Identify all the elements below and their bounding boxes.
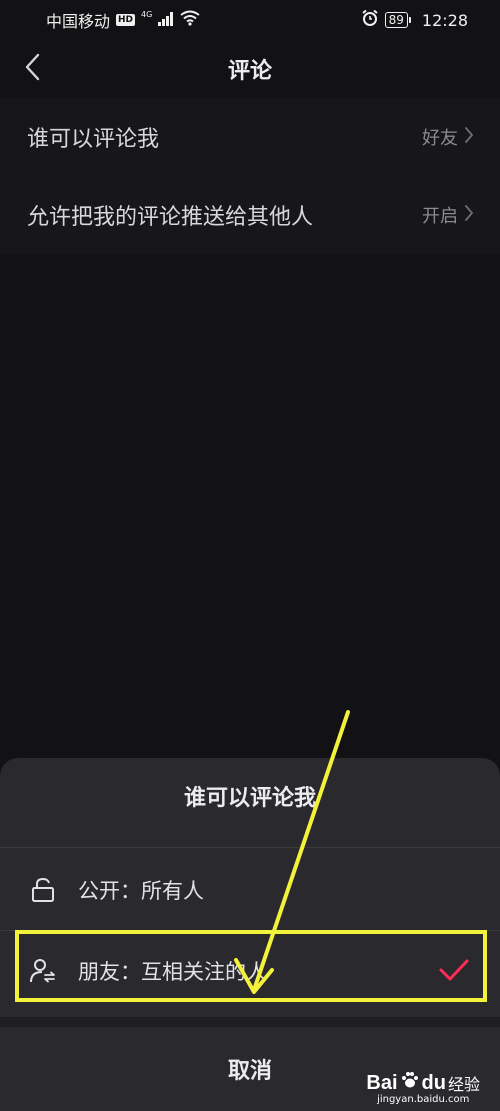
watermark-cn: 经验	[447, 1077, 480, 1094]
status-left: 中国移动 HD 4G	[46, 8, 200, 32]
paw-icon	[400, 1070, 420, 1096]
back-button[interactable]	[14, 49, 50, 89]
watermark-bai: Bai	[366, 1071, 398, 1094]
network-type: 4G	[141, 9, 153, 19]
page-title: 评论	[227, 59, 272, 84]
settings-list: 谁可以评论我 好友 允许把我的评论推送给其他人 开启	[0, 98, 500, 254]
battery-icon: 89	[384, 12, 412, 28]
clock: 12:28	[421, 10, 468, 30]
sheet-title: 谁可以评论我	[183, 786, 316, 811]
watermark-brand: Bai du 经验	[366, 1070, 480, 1096]
chevron-left-icon	[24, 53, 40, 85]
setting-value: 好友	[422, 124, 474, 150]
setting-who-can-comment[interactable]: 谁可以评论我 好友	[0, 98, 500, 176]
watermark-url: jingyan.baidu.com	[377, 1094, 470, 1105]
setting-label: 谁可以评论我	[27, 127, 160, 152]
sheet-divider	[0, 847, 500, 848]
option-label: 公开：所有人	[78, 879, 204, 903]
baidu-jingyan-watermark: Bai du 经验 jingyan.baidu.com	[366, 1070, 480, 1106]
setting-push-comments[interactable]: 允许把我的评论推送给其他人 开启	[0, 176, 500, 254]
setting-value: 开启	[422, 202, 474, 228]
watermark-du: du	[421, 1071, 446, 1094]
chevron-right-icon	[464, 204, 474, 227]
setting-value-text: 开启	[422, 206, 458, 227]
option-public[interactable]: 公开：所有人	[0, 850, 500, 930]
hd-badge: HD	[116, 14, 136, 26]
nav-header: 评论	[0, 40, 500, 98]
status-right: 89 12:28	[361, 9, 468, 31]
unlock-icon	[30, 876, 56, 904]
signal-icon	[158, 11, 174, 30]
status-bar: 中国移动 HD 4G 89 12:28	[0, 0, 500, 40]
chevron-right-icon	[464, 126, 474, 149]
wifi-icon	[180, 10, 200, 30]
carrier-name: 中国移动	[46, 12, 111, 31]
setting-value-text: 好友	[422, 128, 458, 149]
highlight-box	[15, 930, 487, 1002]
sheet-separator	[0, 1017, 500, 1027]
setting-label: 允许把我的评论推送给其他人	[27, 205, 314, 230]
alarm-icon	[361, 9, 379, 31]
